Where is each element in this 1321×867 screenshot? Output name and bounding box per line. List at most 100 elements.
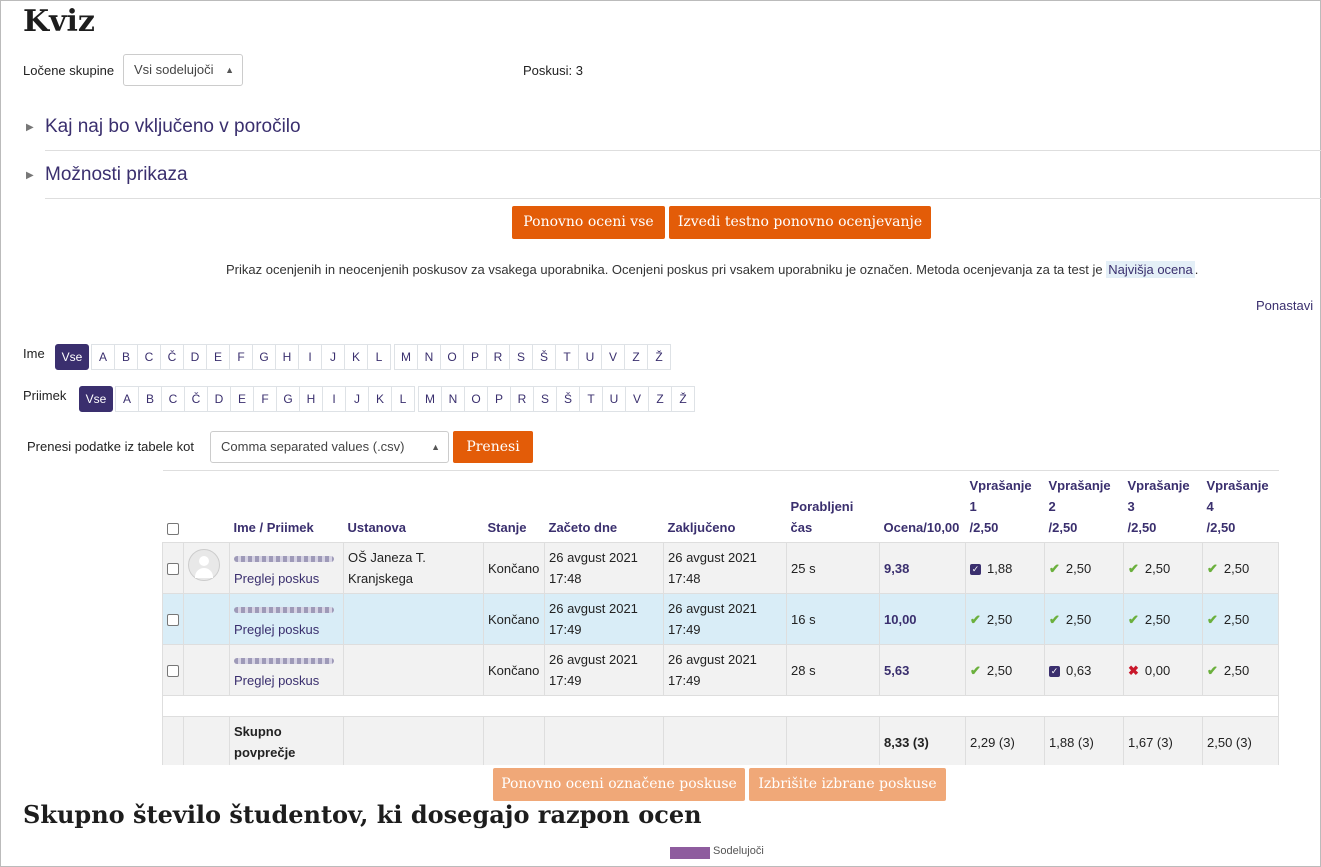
lastname-initial-24[interactable]: Ž [671,386,695,412]
firstname-initial-2[interactable]: C [137,344,161,370]
lastname-initial-22[interactable]: V [625,386,649,412]
lastname-initial-all[interactable]: Vse [79,386,113,412]
firstname-initial-10[interactable]: J [321,344,345,370]
grade-link[interactable]: 10,00 [884,612,917,627]
firstname-initial-14[interactable]: N [417,344,441,370]
delete-selected-button[interactable]: Izbrišite izbrane poskuse [749,768,946,801]
redacted-name[interactable] [234,606,334,613]
q1-cell[interactable]: ✓ 1,88 [965,542,1045,594]
firstname-initial-all[interactable]: Vse [55,344,89,370]
firstname-initial-4[interactable]: D [183,344,207,370]
lastname-initial-13[interactable]: M [418,386,442,412]
col-finished[interactable]: Zaključeno [663,470,787,543]
lastname-initial-4[interactable]: D [207,386,231,412]
firstname-initial-1[interactable]: B [114,344,138,370]
firstname-initial-5[interactable]: E [206,344,230,370]
firstname-initial-15[interactable]: O [440,344,464,370]
col-state[interactable]: Stanje [483,470,545,543]
firstname-initial-23[interactable]: Z [624,344,648,370]
firstname-initial-21[interactable]: U [578,344,602,370]
lastname-initial-17[interactable]: R [510,386,534,412]
firstname-initial-24[interactable]: Ž [647,344,671,370]
firstname-initial-9[interactable]: I [298,344,322,370]
firstname-initial-13[interactable]: M [394,344,418,370]
lastname-initial-21[interactable]: U [602,386,626,412]
col-q4[interactable]: Vprašanje 4/2,50 [1202,470,1279,543]
row-checkbox[interactable] [167,665,179,678]
regrade-all-button[interactable]: Ponovno oceni vse [512,206,665,239]
lastname-initial-8[interactable]: H [299,386,323,412]
review-attempt-link[interactable]: Preglej poskus [234,571,319,586]
regrade-selected-button[interactable]: Ponovno oceni označene poskuse [493,768,745,801]
q4-cell[interactable]: ✔ 2,50 [1202,593,1279,645]
q4-cell[interactable]: ✔ 2,50 [1202,542,1279,594]
lastname-initial-16[interactable]: P [487,386,511,412]
firstname-initial-8[interactable]: H [275,344,299,370]
row-checkbox[interactable] [167,614,179,627]
legend-swatch[interactable] [670,847,710,859]
download-format-select[interactable]: Comma separated values (.csv) ▲ [210,431,449,463]
firstname-initial-22[interactable]: V [601,344,625,370]
firstname-initial-12[interactable]: L [367,344,391,370]
col-grade[interactable]: Ocena/10,00 [879,470,966,543]
lastname-initial-9[interactable]: I [322,386,346,412]
row-checkbox[interactable] [167,563,179,576]
q3-cell[interactable]: ✔ 2,50 [1123,542,1203,594]
legend-label[interactable]: Sodelujoči [713,845,764,857]
review-attempt-link[interactable]: Preglej poskus [234,673,319,688]
lastname-initial-20[interactable]: T [579,386,603,412]
q1-cell[interactable]: ✔ 2,50 [965,644,1045,696]
select-all-checkbox[interactable] [166,522,179,535]
reset-preferences-link[interactable]: Ponastavi [1256,298,1313,313]
section-display-options[interactable]: ▶ Možnosti prikaza [23,164,1321,194]
col-q2[interactable]: Vprašanje 2/2,50 [1044,470,1124,543]
lastname-initial-18[interactable]: S [533,386,557,412]
lastname-initial-12[interactable]: L [391,386,415,412]
q1-cell[interactable]: ✔ 2,50 [965,593,1045,645]
firstname-initial-19[interactable]: Š [532,344,556,370]
lastname-initial-5[interactable]: E [230,386,254,412]
lastname-initial-11[interactable]: K [368,386,392,412]
q2-cell[interactable]: ✓ 0,63 [1044,644,1124,696]
lastname-initial-0[interactable]: A [115,386,139,412]
redacted-name[interactable] [234,657,334,664]
firstname-initial-11[interactable]: K [344,344,368,370]
q4-cell[interactable]: ✔ 2,50 [1202,644,1279,696]
q2-cell[interactable]: ✔ 2,50 [1044,593,1124,645]
groups-select[interactable]: Vsi sodelujoči ▲ [123,54,243,86]
lastname-initial-10[interactable]: J [345,386,369,412]
col-q3[interactable]: Vprašanje 3/2,50 [1123,470,1203,543]
lastname-initial-2[interactable]: C [161,386,185,412]
col-name[interactable]: Ime / Priimek [229,470,344,543]
redacted-name[interactable] [234,555,334,562]
dry-run-regrade-button[interactable]: Izvedi testno ponovno ocenjevanje [669,206,931,239]
section-report-contents[interactable]: ▶ Kaj naj bo vključeno v poročilo [23,116,1321,146]
lastname-initial-6[interactable]: F [253,386,277,412]
col-started[interactable]: Začeto dne [544,470,664,543]
q3-cell[interactable]: ✔ 2,50 [1123,593,1203,645]
firstname-initial-18[interactable]: S [509,344,533,370]
q2-cell[interactable]: ✔ 2,50 [1044,542,1124,594]
q3-cell[interactable]: ✖ 0,00 [1123,644,1203,696]
lastname-initial-19[interactable]: Š [556,386,580,412]
col-q1[interactable]: Vprašanje 1/2,50 [965,470,1045,543]
firstname-initial-6[interactable]: F [229,344,253,370]
lastname-initial-7[interactable]: G [276,386,300,412]
lastname-initial-15[interactable]: O [464,386,488,412]
firstname-initial-0[interactable]: A [91,344,115,370]
firstname-initial-17[interactable]: R [486,344,510,370]
lastname-initial-23[interactable]: Z [648,386,672,412]
firstname-initial-7[interactable]: G [252,344,276,370]
lastname-initial-14[interactable]: N [441,386,465,412]
firstname-initial-20[interactable]: T [555,344,579,370]
col-institution[interactable]: Ustanova [343,470,484,543]
lastname-initial-1[interactable]: B [138,386,162,412]
grade-link[interactable]: 9,38 [884,561,909,576]
review-attempt-link[interactable]: Preglej poskus [234,622,319,637]
firstname-initial-16[interactable]: P [463,344,487,370]
grade-link[interactable]: 5,63 [884,663,909,678]
firstname-initial-3[interactable]: Č [160,344,184,370]
download-button[interactable]: Prenesi [453,431,533,463]
avatar[interactable] [188,549,220,581]
lastname-initial-3[interactable]: Č [184,386,208,412]
